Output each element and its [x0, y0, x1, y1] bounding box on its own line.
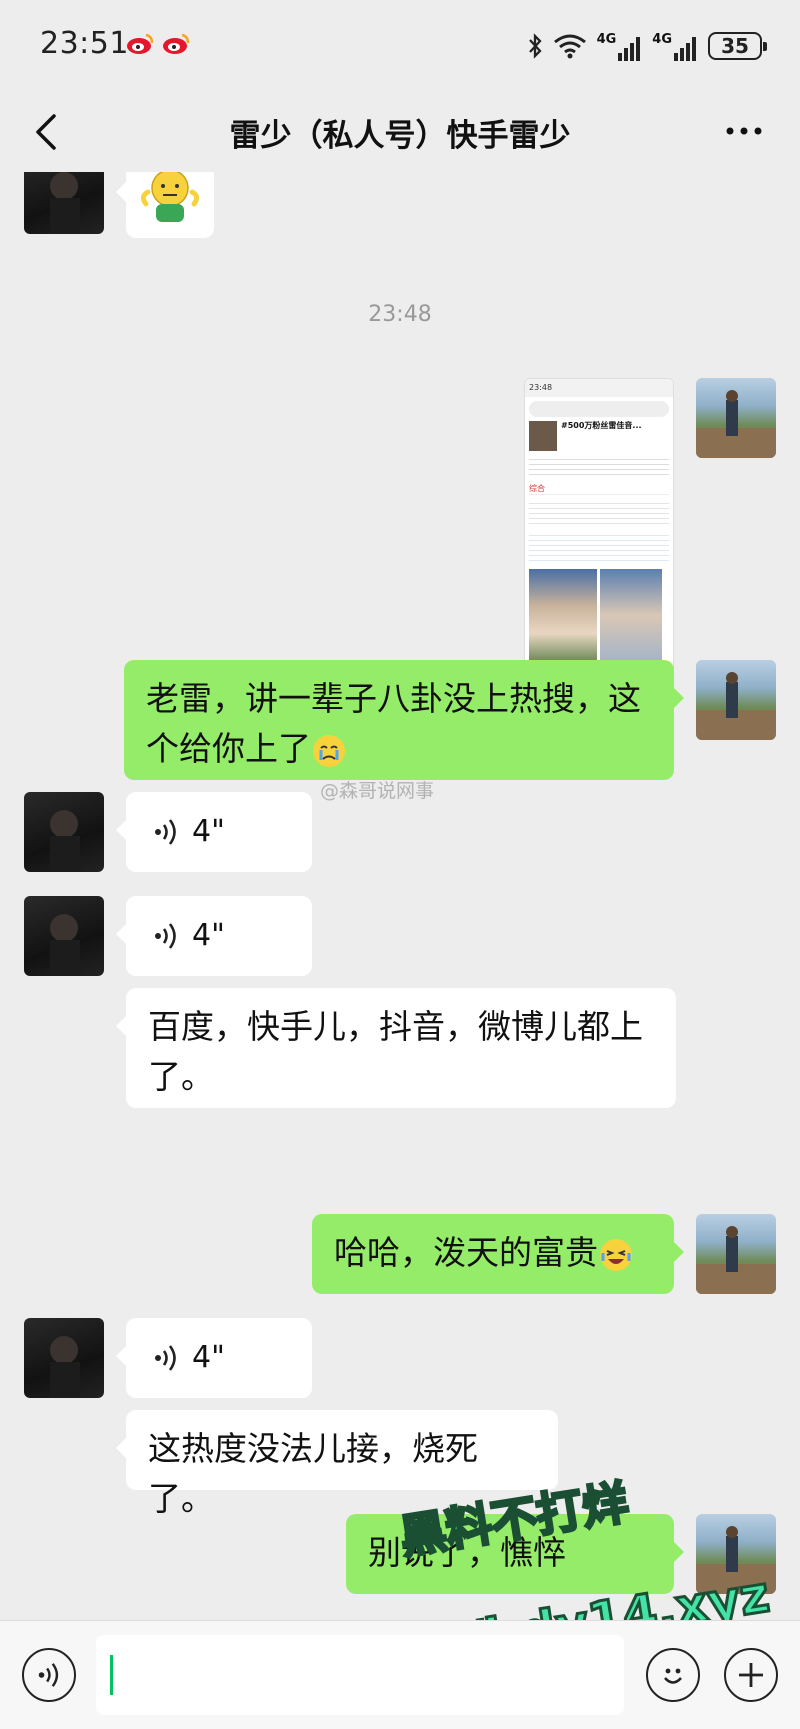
chat-message-list[interactable]: 23:48 23:48 #500万粉丝雷佳音... 综合 老雷，讲一辈子八卦没上… — [0, 172, 800, 1620]
weibo-notification-icon — [163, 33, 190, 54]
network-type-label: 4G — [652, 31, 672, 47]
message-text: 老雷，讲一辈子八卦没上热搜，这个给你上了 — [146, 679, 641, 768]
my-avatar[interactable] — [696, 660, 776, 740]
more-options-icon[interactable] — [724, 116, 764, 146]
contact-avatar[interactable] — [24, 896, 104, 976]
bluetooth-icon — [528, 33, 542, 59]
received-text-message[interactable]: 这热度没法儿接，烧死了。 — [116, 1410, 558, 1518]
emoji-button[interactable] — [646, 1648, 700, 1702]
sent-text-message[interactable]: 哈哈，泼天的富贵 — [312, 1214, 684, 1294]
my-avatar[interactable] — [696, 378, 776, 458]
voice-duration: 4" — [192, 918, 225, 953]
smiley-icon — [664, 1668, 682, 1684]
voice-message[interactable]: 4" — [116, 896, 312, 976]
received-text-message[interactable]: 百度，快手儿，抖音，微博儿都上了。 — [116, 988, 676, 1108]
status-time: 23:51 — [40, 26, 129, 61]
voice-input-button[interactable] — [22, 1648, 76, 1702]
crying-emoji-icon — [313, 734, 345, 767]
voice-wave-icon — [38, 1663, 59, 1687]
network-type-label: 4G — [596, 31, 617, 47]
preview-headline: #500万粉丝雷佳音... — [561, 421, 642, 430]
voice-duration: 4" — [192, 814, 225, 849]
my-avatar[interactable] — [696, 1214, 776, 1294]
laughing-tears-emoji-icon — [600, 1238, 632, 1271]
chat-header: 雷少（私人号）快手雷少 — [0, 92, 800, 172]
weibo-notification-icon — [127, 33, 154, 54]
message-input[interactable] — [96, 1635, 624, 1715]
voice-duration: 4" — [192, 1340, 225, 1375]
preview-tab: 综合 — [529, 483, 669, 495]
voice-message[interactable]: 4" — [116, 792, 312, 872]
contact-avatar[interactable] — [24, 1318, 104, 1398]
voice-wave-icon — [155, 1345, 176, 1371]
voice-wave-icon — [155, 819, 176, 845]
voice-wave-icon — [155, 923, 176, 949]
sent-text-message[interactable]: 老雷，讲一辈子八卦没上热搜，这个给你上了 — [124, 660, 684, 780]
message-timestamp: 23:48 — [368, 302, 432, 327]
contact-avatar[interactable] — [24, 172, 104, 234]
source-watermark: @森哥说网事 — [320, 780, 435, 802]
sent-screenshot-image[interactable]: 23:48 #500万粉丝雷佳音... 综合 — [524, 378, 674, 674]
sticker-message[interactable] — [116, 172, 214, 238]
battery-indicator: 35 — [708, 32, 767, 60]
status-bar: 23:51 4G 4G 35 — [0, 0, 800, 92]
chat-title: 雷少（私人号）快手雷少 — [229, 118, 571, 154]
shrug-emoji-icon — [140, 172, 200, 222]
signal-4g-icon: 4G — [597, 32, 643, 61]
message-text: 百度，快手儿，抖音，微博儿都上了。 — [148, 1007, 643, 1096]
wifi-icon — [553, 34, 586, 59]
signal-4g-icon: 4G — [652, 32, 698, 61]
voice-message[interactable]: 4" — [116, 1318, 312, 1398]
message-input-bar — [0, 1620, 800, 1729]
more-functions-button[interactable] — [724, 1648, 778, 1702]
message-text: 哈哈，泼天的富贵 — [334, 1233, 598, 1272]
text-cursor — [110, 1655, 113, 1695]
plus-icon — [739, 1663, 763, 1687]
contact-avatar[interactable] — [24, 792, 104, 872]
